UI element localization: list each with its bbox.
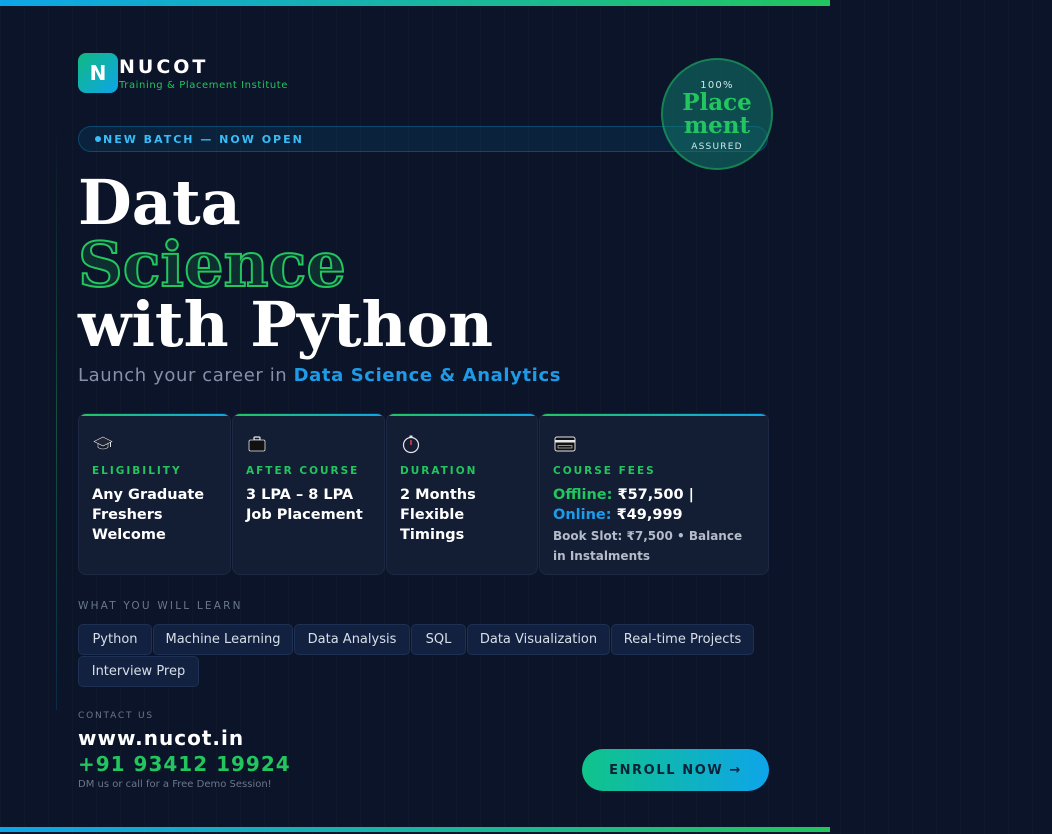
seal-main-line1: Place	[682, 89, 752, 116]
top-accent-bar	[0, 0, 830, 6]
topic-chip: Data Analysis	[294, 624, 410, 655]
fee-offline-row: Offline: ₹57,500 |	[553, 485, 760, 505]
graduation-cap-icon	[93, 436, 113, 450]
card-line: Freshers	[92, 507, 163, 523]
topic-chip: Real-time Projects	[611, 624, 754, 655]
left-accent-rule	[56, 120, 57, 710]
card-line: 2 Months	[400, 487, 476, 503]
seal-main-line2: ment	[683, 112, 751, 139]
stopwatch-icon	[402, 435, 420, 454]
card-label: ELIGIBILITY	[92, 465, 182, 477]
placement-seal: 100% Place ment ASSURED	[661, 58, 773, 170]
card-line: Job Placement	[246, 507, 363, 523]
headline-line-3: with Python	[78, 288, 494, 361]
status-dot-icon	[95, 136, 101, 142]
fee-online-row: Online: ₹49,999	[553, 505, 760, 525]
card-label: COURSE FEES	[553, 465, 656, 477]
card-line: Welcome	[92, 527, 166, 543]
brand-name: NUCOT	[119, 56, 209, 78]
headline-line-2: Science	[77, 228, 347, 301]
card-line: 3 LPA – 8 LPA	[246, 487, 354, 503]
card-line: Any Graduate	[92, 487, 205, 503]
topic-chip: Data Visualization	[467, 624, 610, 655]
contact-note: DM us or call for a Free Demo Session!	[78, 779, 272, 790]
poster: N NUCOT Training & Placement Institute N…	[0, 0, 1052, 834]
card-body: 3 LPA – 8 LPA Job Placement	[246, 485, 376, 525]
subtitle-prefix: Launch your career in	[78, 365, 294, 386]
seal-assured: ASSURED	[691, 142, 743, 152]
enroll-now-button[interactable]: ENROLL NOW →	[582, 749, 769, 791]
briefcase-icon	[248, 436, 266, 452]
headline-line-1: Data	[78, 166, 241, 239]
topic-chip: Machine Learning	[153, 624, 293, 655]
learn-heading: WHAT YOU WILL LEARN	[78, 600, 243, 612]
card-label: AFTER COURSE	[246, 465, 360, 477]
subtitle: Launch your career in Data Science & Ana…	[78, 365, 561, 386]
course-fees-card: COURSE FEES Offline: ₹57,500 | Online: ₹…	[539, 413, 769, 575]
eligibility-card: ELIGIBILITY Any Graduate Freshers Welcom…	[78, 413, 231, 575]
card-body: Offline: ₹57,500 | Online: ₹49,999	[553, 485, 760, 525]
website-link[interactable]: www.nucot.in	[78, 726, 244, 750]
new-batch-text: NEW BATCH — NOW OPEN	[103, 132, 304, 146]
seal-main-text: Place ment	[663, 91, 771, 137]
topic-chip: Interview Prep	[78, 656, 199, 687]
fee-offline-value: ₹57,500 |	[612, 487, 694, 503]
subtitle-highlight: Data Science & Analytics	[293, 365, 562, 386]
brand-tagline: Training & Placement Institute	[119, 80, 289, 91]
card-body: Any Graduate Freshers Welcome	[92, 485, 222, 545]
bottom-accent-bar	[0, 827, 830, 832]
logo-letter: N	[89, 61, 107, 85]
credit-card-icon	[554, 436, 576, 452]
duration-card: DURATION 2 Months Flexible Timings	[386, 413, 538, 575]
fee-offline-label: Offline:	[553, 487, 613, 503]
phone-number[interactable]: +91 93412 19924	[78, 752, 291, 776]
fee-online-value: ₹49,999	[611, 507, 683, 523]
topic-chip: SQL	[411, 624, 466, 655]
card-label: DURATION	[400, 465, 478, 477]
after-course-card: AFTER COURSE 3 LPA – 8 LPA Job Placement	[232, 413, 385, 575]
fee-note: Book Slot: ₹7,500 • Balance in Instalmen…	[553, 529, 743, 563]
topic-chip: Python	[78, 624, 152, 655]
card-line: Flexible Timings	[400, 507, 465, 543]
card-body: 2 Months Flexible Timings	[400, 485, 529, 545]
contact-heading: CONTACT US	[78, 711, 154, 721]
brand-logo: N	[78, 53, 118, 93]
fee-online-label: Online:	[553, 507, 612, 523]
